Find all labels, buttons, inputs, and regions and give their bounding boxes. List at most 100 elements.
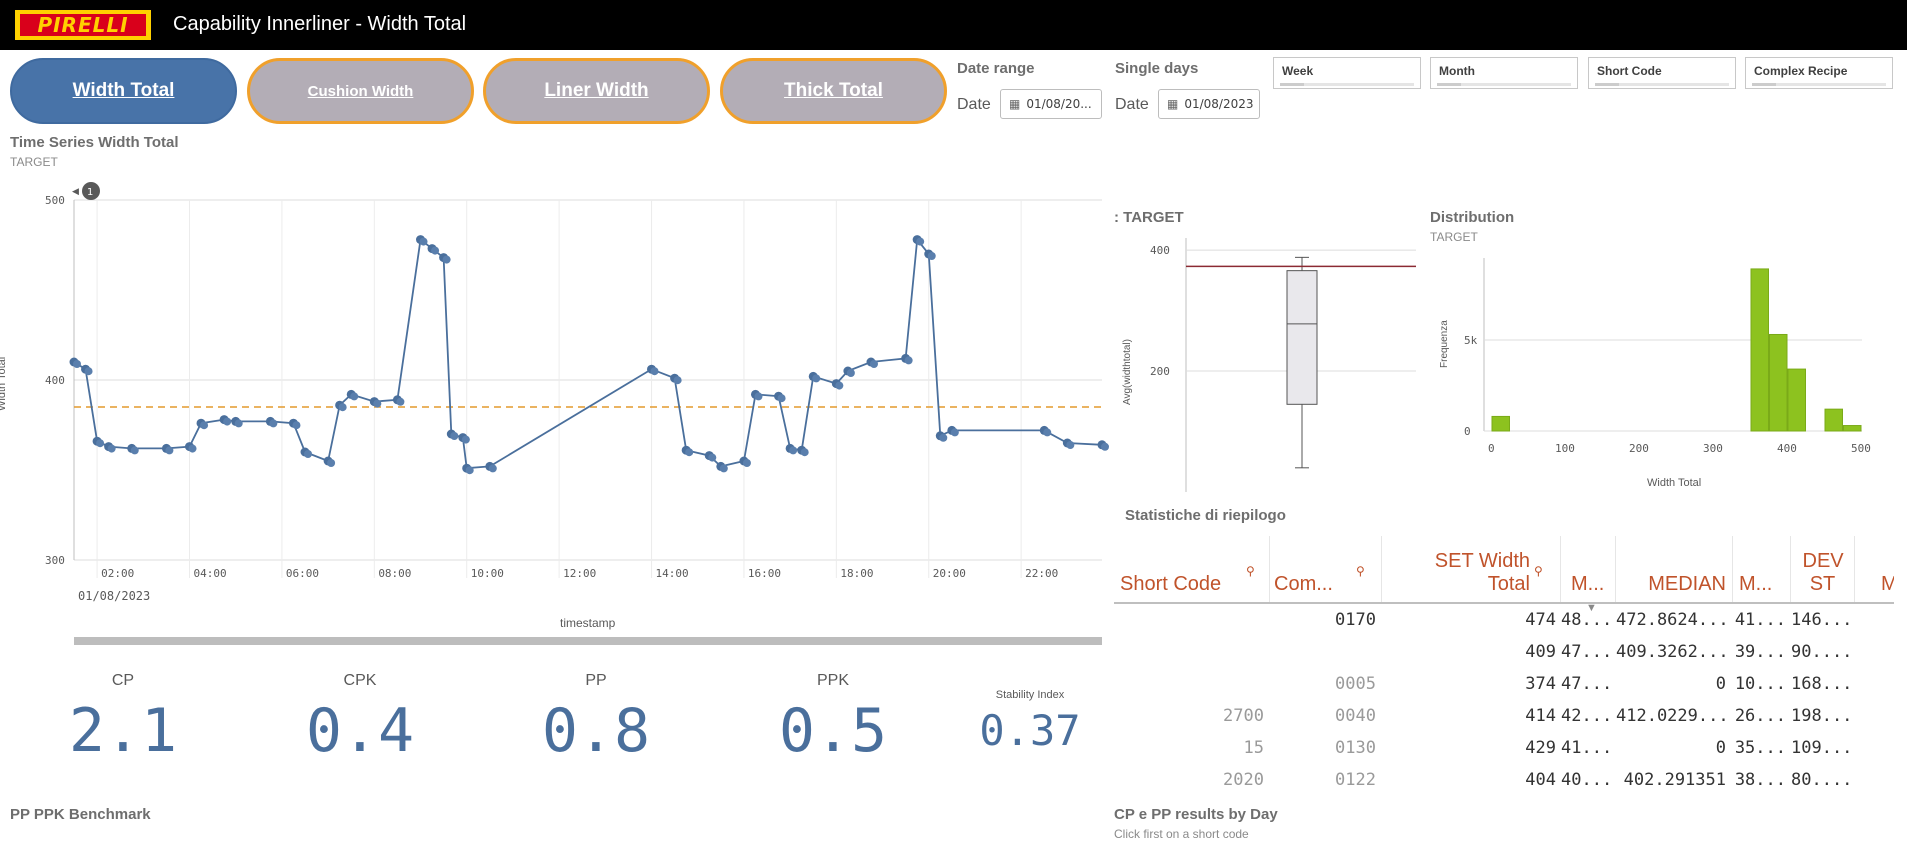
table-cell: 39... (1734, 642, 1786, 662)
nav-thick-total-button[interactable]: Thick Total (720, 58, 947, 124)
distribution-ylabel: Frequenza (1439, 320, 1450, 368)
data-point (107, 444, 116, 453)
table-cell: 109... (1791, 738, 1853, 758)
cp-value: 2.1 (68, 696, 178, 766)
data-point (350, 392, 359, 401)
table-cell: 47... (1561, 674, 1613, 694)
search-icon[interactable]: ⚲ (1534, 564, 1543, 578)
table-cell: 409 (1525, 642, 1556, 662)
x-tick-label: 20:00 (933, 567, 966, 580)
data-point (419, 237, 428, 246)
data-point (719, 464, 728, 473)
pirelli-logo: PIRELLI (13, 8, 153, 42)
x-tick-label: 100 (1555, 442, 1575, 455)
timeseries-xlabel: timestamp (560, 616, 616, 630)
distribution-chart[interactable]: 0 5k 0 100 200 300 400 500 Frequenza Width Tota… (1430, 248, 1900, 498)
histogram-bar (1787, 368, 1806, 432)
x-tick-label: 500 (1851, 442, 1871, 455)
benchmark-title: PP PPK Benchmark (10, 806, 151, 823)
search-icon[interactable]: ⚲ (1356, 564, 1365, 578)
y-tick-label: 400 (45, 374, 65, 387)
table-cell: 80.... (1791, 770, 1853, 790)
timeseries-chart[interactable]: 300 400 500 02:00 04:00 06:00 08:00 10:00 12:00 1… (0, 175, 1110, 650)
table-cell: 47... (1561, 642, 1613, 662)
series-line (73, 237, 1103, 470)
data-point (685, 448, 694, 457)
table-cell: 0122 (1335, 770, 1376, 790)
table-row[interactable]: 2700 0040 414 42... 412.0229... 26... 198... (1114, 702, 1894, 734)
table-row[interactable]: 2020 0122 404 40... 402.291351 38... 80.... (1114, 766, 1894, 794)
data-point (708, 453, 717, 462)
data-point (835, 381, 844, 390)
x-tick-label: 14:00 (656, 567, 689, 580)
table-cell: 412.0229... (1616, 706, 1729, 726)
timeseries-ylabel: Width Total (0, 357, 8, 411)
table-cell: 429 (1525, 738, 1556, 758)
boxplot-chart[interactable]: 200 400 Avg(widthtotal) (1114, 230, 1424, 500)
pp-value: 0.8 (541, 696, 651, 766)
app-title: Capability Innerliner - Width Total (173, 13, 467, 35)
data-point (742, 459, 751, 467)
data-point (800, 448, 809, 457)
data-point (488, 464, 497, 473)
date-range-picker[interactable]: ▦ 01/08/20... (1000, 89, 1102, 119)
data-point (916, 237, 925, 246)
table-cell: 0 (1715, 674, 1726, 694)
histogram-bar (1843, 425, 1862, 432)
col-median[interactable]: MEDIAN (1616, 536, 1733, 602)
timeseries-scrollbar[interactable] (74, 637, 1102, 645)
table-cell: 48... (1561, 610, 1613, 630)
data-point (188, 444, 197, 453)
table-cell: 409.3262... (1616, 642, 1729, 662)
month-filter[interactable]: Month (1430, 57, 1578, 89)
table-cell: 26... (1734, 706, 1786, 726)
nav-liner-width-button[interactable]: Liner Width (483, 58, 710, 124)
col-m3[interactable]: M (1855, 536, 1894, 602)
data-point (304, 450, 313, 458)
table-row[interactable]: 0170 474 48... 472.8624... 41... 146... (1114, 606, 1894, 638)
col-complex[interactable]: Com... (1274, 536, 1382, 602)
pp-label: PP (585, 672, 607, 689)
table-row[interactable]: 409 47... 409.3262... 39... 90.... (1114, 638, 1894, 670)
distribution-title: Distribution (1430, 209, 1515, 226)
data-point (96, 439, 105, 448)
week-filter[interactable]: Week (1273, 57, 1421, 89)
search-icon[interactable]: ⚲ (1246, 564, 1255, 578)
data-point (292, 421, 301, 430)
x-tick-label: 0 (1488, 442, 1495, 455)
col-dev-st[interactable]: DEV ST (1791, 536, 1855, 602)
timeseries-subtitle: TARGET (10, 155, 58, 169)
col-m1[interactable]: M... (1561, 536, 1616, 602)
back-arrow-icon[interactable]: ◀ (72, 187, 79, 197)
table-cell: 472.8624... (1616, 610, 1729, 630)
calendar-icon: ▦ (1009, 97, 1021, 111)
y-tick-label: 0 (1464, 425, 1471, 438)
table-cell: 0130 (1335, 738, 1376, 758)
data-point (73, 360, 81, 368)
x-tick-label: 16:00 (748, 567, 781, 580)
single-day-picker[interactable]: ▦ 01/08/2023 (1158, 89, 1260, 119)
summary-table[interactable]: Short Code ⚲ Com... ⚲ SET Width Total ⚲ … (1114, 536, 1894, 794)
table-cell: 2700 (1223, 706, 1264, 726)
x-tick-label: 06:00 (286, 567, 319, 580)
nav-cushion-width-button[interactable]: Cushion Width (247, 58, 474, 124)
table-row[interactable]: 15 0130 429 41... 0 35... 109... (1114, 734, 1894, 766)
data-point (130, 446, 139, 455)
table-cell: 414 (1525, 706, 1556, 726)
nav-width-total-button[interactable]: Width Total (10, 58, 237, 124)
col-m2[interactable]: M... (1733, 536, 1791, 602)
complex-recipe-filter[interactable]: Complex Recipe (1745, 57, 1893, 89)
x-tick-label: 200 (1629, 442, 1649, 455)
data-point (431, 246, 440, 255)
histogram-bar (1750, 268, 1769, 432)
table-cell: 0170 (1335, 610, 1376, 630)
short-code-filter[interactable]: Short Code (1588, 57, 1736, 89)
x-tick-label: 400 (1777, 442, 1797, 455)
stability-index-value: 0.37 (979, 706, 1081, 755)
date-range-label: Date (957, 96, 991, 113)
ppk-label: PPK (816, 672, 849, 689)
data-point (950, 428, 959, 437)
data-point (396, 397, 405, 406)
summary-title: Statistiche di riepilogo (1125, 507, 1286, 524)
table-row[interactable]: 0005 374 47... 0 10... 168... (1114, 670, 1894, 702)
